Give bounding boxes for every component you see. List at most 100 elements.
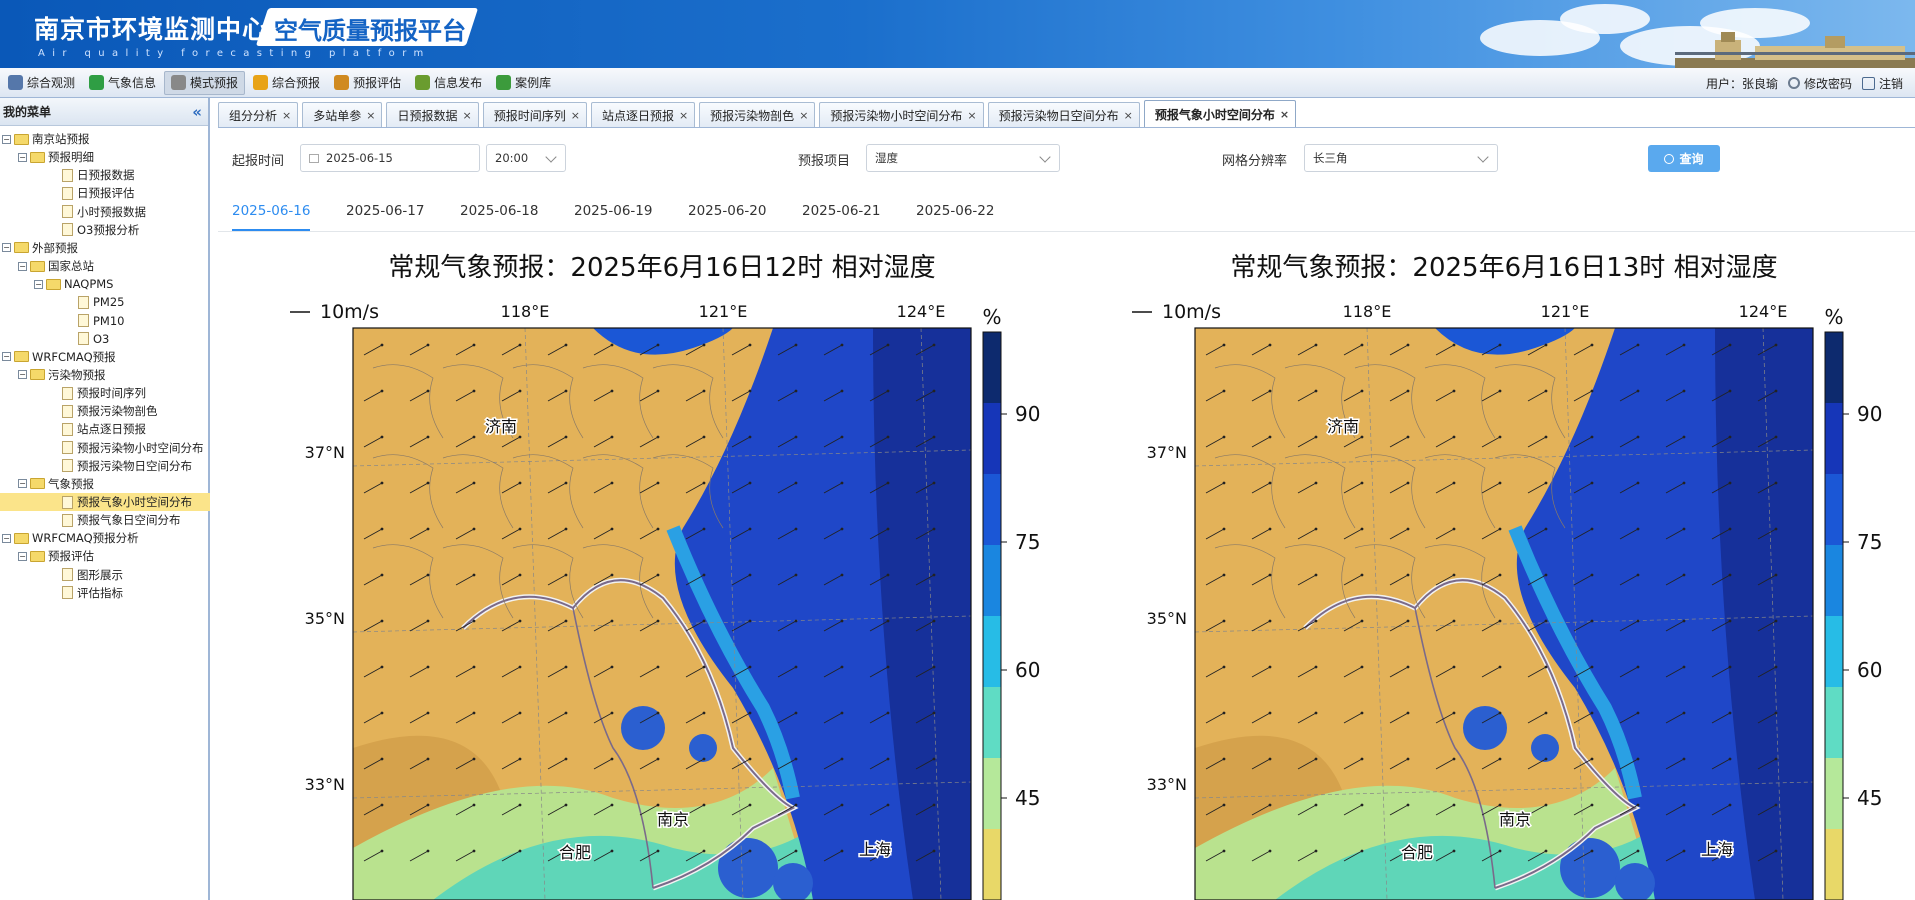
tree-node[interactable]: 预报气象日空间分布 <box>0 511 210 529</box>
wind-vector-head <box>1406 389 1410 393</box>
city-label: 济南 <box>485 417 517 436</box>
tree-node[interactable]: − WRFCMAQ预报分析 <box>0 529 210 547</box>
tree-node[interactable]: − 南京站预报 <box>0 130 210 148</box>
page-tab[interactable]: 预报污染物日空间分布 × <box>987 102 1140 127</box>
tree-node[interactable]: − 预报评估 <box>0 547 210 565</box>
tree-node[interactable]: − WRFCMAQ预报 <box>0 348 210 366</box>
close-tab-icon[interactable]: × <box>1124 109 1133 122</box>
collapse-toggle-icon[interactable]: − <box>34 279 43 289</box>
tree-node[interactable]: PM10 <box>0 312 210 330</box>
wind-vector-head <box>610 343 614 347</box>
page-tab[interactable]: 日预报数据 × <box>386 102 479 127</box>
page-tab[interactable]: 多站单参 × <box>302 102 383 127</box>
wind-vector-head <box>1682 757 1686 761</box>
tree-node[interactable]: − 外部预报 <box>0 239 210 257</box>
page-tab[interactable]: 组分分析 × <box>218 102 299 127</box>
tree-node[interactable]: 站点逐日预报 <box>0 420 210 438</box>
wind-vector-head <box>1774 343 1778 347</box>
collapse-sidebar-icon[interactable]: « <box>192 103 202 121</box>
tree-node[interactable]: O3 <box>0 330 210 348</box>
tree-node-label: WRFCMAQ预报分析 <box>32 531 139 546</box>
menu-item[interactable]: 预报评估 <box>328 71 407 95</box>
close-tab-icon[interactable]: × <box>366 109 375 122</box>
page-tab[interactable]: 预报气象小时空间分布 × <box>1143 100 1297 127</box>
collapse-toggle-icon[interactable]: − <box>2 352 11 362</box>
tree-node[interactable]: − 气象预报 <box>0 475 210 493</box>
tree-node[interactable]: PM25 <box>0 293 210 311</box>
tree-node[interactable]: 预报污染物小时空间分布 <box>0 439 210 457</box>
page-tab[interactable]: 预报时间序列 × <box>482 102 587 127</box>
tree-node[interactable]: 日预报数据 <box>0 166 210 184</box>
tree-node[interactable]: − 国家总站 <box>0 257 210 275</box>
collapse-toggle-icon[interactable]: − <box>2 243 11 253</box>
close-tab-icon[interactable]: × <box>571 109 580 122</box>
date-tab[interactable]: 2025-06-16 <box>232 203 311 231</box>
change-password-link[interactable]: 修改密码 <box>1804 75 1852 92</box>
menu-item[interactable]: 综合预报 <box>247 71 326 95</box>
logout-link[interactable]: 注销 <box>1879 75 1903 92</box>
page-tab[interactable]: 站点逐日预报 × <box>590 102 696 127</box>
wind-vector-head <box>840 665 844 669</box>
tree-node[interactable]: − NAQPMS <box>0 275 210 293</box>
menu-item[interactable]: 信息发布 <box>409 71 488 95</box>
wind-vector-head <box>610 435 614 439</box>
query-button[interactable]: 查询 <box>1648 145 1720 172</box>
close-tab-icon[interactable]: × <box>282 109 291 122</box>
collapse-toggle-icon[interactable]: − <box>18 479 27 489</box>
close-tab-icon[interactable]: × <box>1280 108 1289 121</box>
tree-node[interactable]: 日预报评估 <box>0 184 210 202</box>
wind-vector-head <box>1636 573 1640 577</box>
wind-vector-head <box>1774 619 1778 623</box>
menu-item[interactable]: 气象信息 <box>83 71 162 95</box>
wind-vector-head <box>656 665 660 669</box>
collapse-toggle-icon[interactable]: − <box>18 370 27 380</box>
close-tab-icon[interactable]: × <box>679 109 688 122</box>
wind-vector-head <box>702 573 706 577</box>
wind-vector-head <box>932 757 936 761</box>
collapse-toggle-icon[interactable]: − <box>2 134 11 144</box>
forecast-item-select[interactable]: 湿度 <box>866 144 1060 172</box>
tree-node[interactable]: O3预报分析 <box>0 221 210 239</box>
wind-vector-head <box>702 435 706 439</box>
wind-vector-head <box>1222 803 1226 807</box>
tree-node-label: PM10 <box>93 313 125 328</box>
date-tab[interactable]: 2025-06-20 <box>688 203 766 219</box>
date-tab[interactable]: 2025-06-21 <box>802 203 880 219</box>
date-tab[interactable]: 2025-06-19 <box>574 203 652 219</box>
date-tab[interactable]: 2025-06-18 <box>460 203 538 219</box>
menu-item[interactable]: 模式预报 <box>164 70 246 95</box>
collapse-toggle-icon[interactable]: − <box>18 551 27 561</box>
page-tab[interactable]: 预报污染物小时空间分布 × <box>819 102 984 127</box>
tree-node[interactable]: 预报气象小时空间分布 <box>0 493 210 511</box>
close-tab-icon[interactable]: × <box>462 109 471 122</box>
rh-forecast-map-2: 常规气象预报：2025年6月16日13时 相对湿度 10m/s 118°E 121°E… <box>1132 253 1882 900</box>
tree-node[interactable]: 图形展示 <box>0 566 210 584</box>
menu-item[interactable]: 综合观测 <box>2 71 81 95</box>
tree-node[interactable]: 预报污染物日空间分布 <box>0 457 210 475</box>
collapse-toggle-icon[interactable]: − <box>18 152 27 162</box>
collapse-toggle-icon[interactable]: − <box>2 533 11 543</box>
tree-node[interactable]: 预报污染物剖色 <box>0 402 210 420</box>
tree-node[interactable]: 小时预报数据 <box>0 203 210 221</box>
date-tab[interactable]: 2025-06-17 <box>346 203 424 219</box>
tree-node[interactable]: − 预报明细 <box>0 148 210 166</box>
close-tab-icon[interactable]: × <box>967 109 976 122</box>
menu-item[interactable]: 案例库 <box>490 71 557 95</box>
tree-node[interactable]: 评估指标 <box>0 584 210 602</box>
page-tab[interactable]: 预报污染物剖色 × <box>699 102 816 127</box>
folder-icon <box>14 242 29 254</box>
wind-vector-head <box>1222 481 1226 485</box>
date-tab[interactable]: 2025-06-22 <box>916 203 994 219</box>
wind-vector-head <box>564 757 568 761</box>
wind-vector-head <box>1682 343 1686 347</box>
tree-node[interactable]: 预报时间序列 <box>0 384 210 402</box>
close-tab-icon[interactable]: × <box>799 109 808 122</box>
start-hour-select[interactable]: 20:00 <box>486 144 566 172</box>
tree-node[interactable]: − 污染物预报 <box>0 366 210 384</box>
wind-vector-head <box>1268 757 1272 761</box>
collapse-toggle-icon[interactable]: − <box>18 261 27 271</box>
wind-vector-head <box>840 711 844 715</box>
grid-resolution-select[interactable]: 长三角 <box>1304 144 1498 172</box>
start-date-input[interactable]: 2025-06-15 <box>300 144 480 172</box>
wind-vector-head <box>472 343 476 347</box>
